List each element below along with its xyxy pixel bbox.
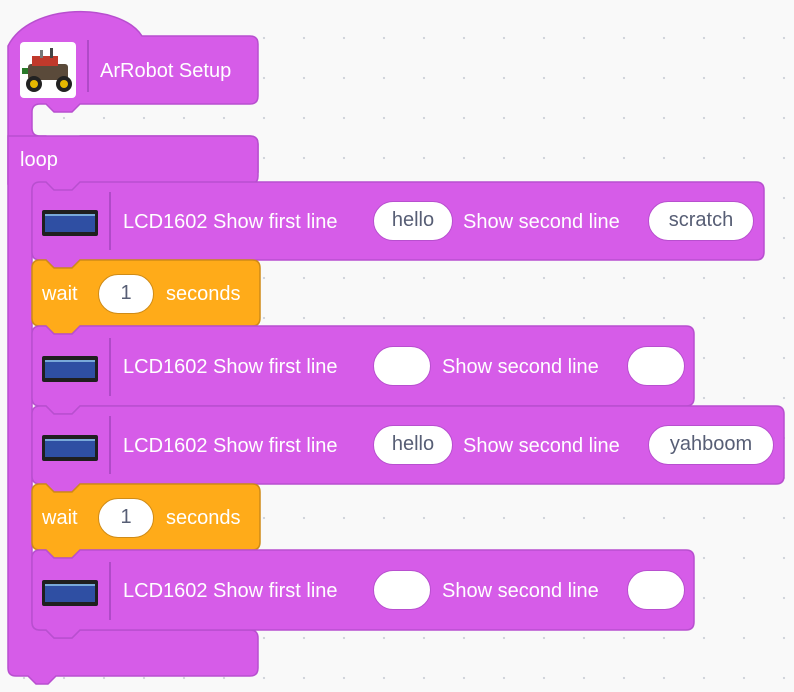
second-line-input[interactable]: scratch bbox=[648, 201, 754, 241]
wait-seconds-input[interactable]: 1 bbox=[98, 274, 154, 314]
second-line-input[interactable]: yahboom bbox=[648, 425, 774, 465]
lcd1602-icon bbox=[42, 356, 98, 382]
block-separator bbox=[109, 192, 111, 250]
wait-seconds-input[interactable]: 1 bbox=[98, 498, 154, 538]
wait-label: wait bbox=[42, 507, 78, 529]
first-line-input[interactable]: hello bbox=[373, 201, 453, 241]
lcd-second-line-label: Show second line bbox=[442, 356, 599, 378]
wait-label: wait bbox=[42, 283, 78, 305]
second-line-input[interactable] bbox=[627, 346, 685, 386]
loop-label: loop bbox=[20, 149, 58, 171]
lcd-second-line-label: Show second line bbox=[442, 580, 599, 602]
arrobot-car-icon bbox=[20, 42, 76, 98]
lcd1602-icon bbox=[42, 580, 98, 606]
block-separator bbox=[109, 416, 111, 474]
second-line-input[interactable] bbox=[627, 570, 685, 610]
lcd-first-line-label: LCD1602 Show first line bbox=[123, 580, 338, 602]
lcd1602-icon bbox=[42, 435, 98, 461]
setup-label: ArRobot Setup bbox=[100, 60, 232, 82]
first-line-input[interactable] bbox=[373, 570, 431, 610]
lcd-first-line-label: LCD1602 Show first line bbox=[123, 211, 338, 233]
lcd-second-line-label: Show second line bbox=[463, 435, 620, 457]
lcd-first-line-label: LCD1602 Show first line bbox=[123, 435, 338, 457]
lcd1602-icon bbox=[42, 210, 98, 236]
seconds-label: seconds bbox=[166, 507, 241, 529]
seconds-label: seconds bbox=[166, 283, 241, 305]
lcd-second-line-label: Show second line bbox=[463, 211, 620, 233]
block-separator bbox=[109, 562, 111, 620]
first-line-input[interactable]: hello bbox=[373, 425, 453, 465]
setup-separator bbox=[87, 40, 89, 92]
lcd-first-line-label: LCD1602 Show first line bbox=[123, 356, 338, 378]
block-separator bbox=[109, 338, 111, 396]
first-line-input[interactable] bbox=[373, 346, 431, 386]
